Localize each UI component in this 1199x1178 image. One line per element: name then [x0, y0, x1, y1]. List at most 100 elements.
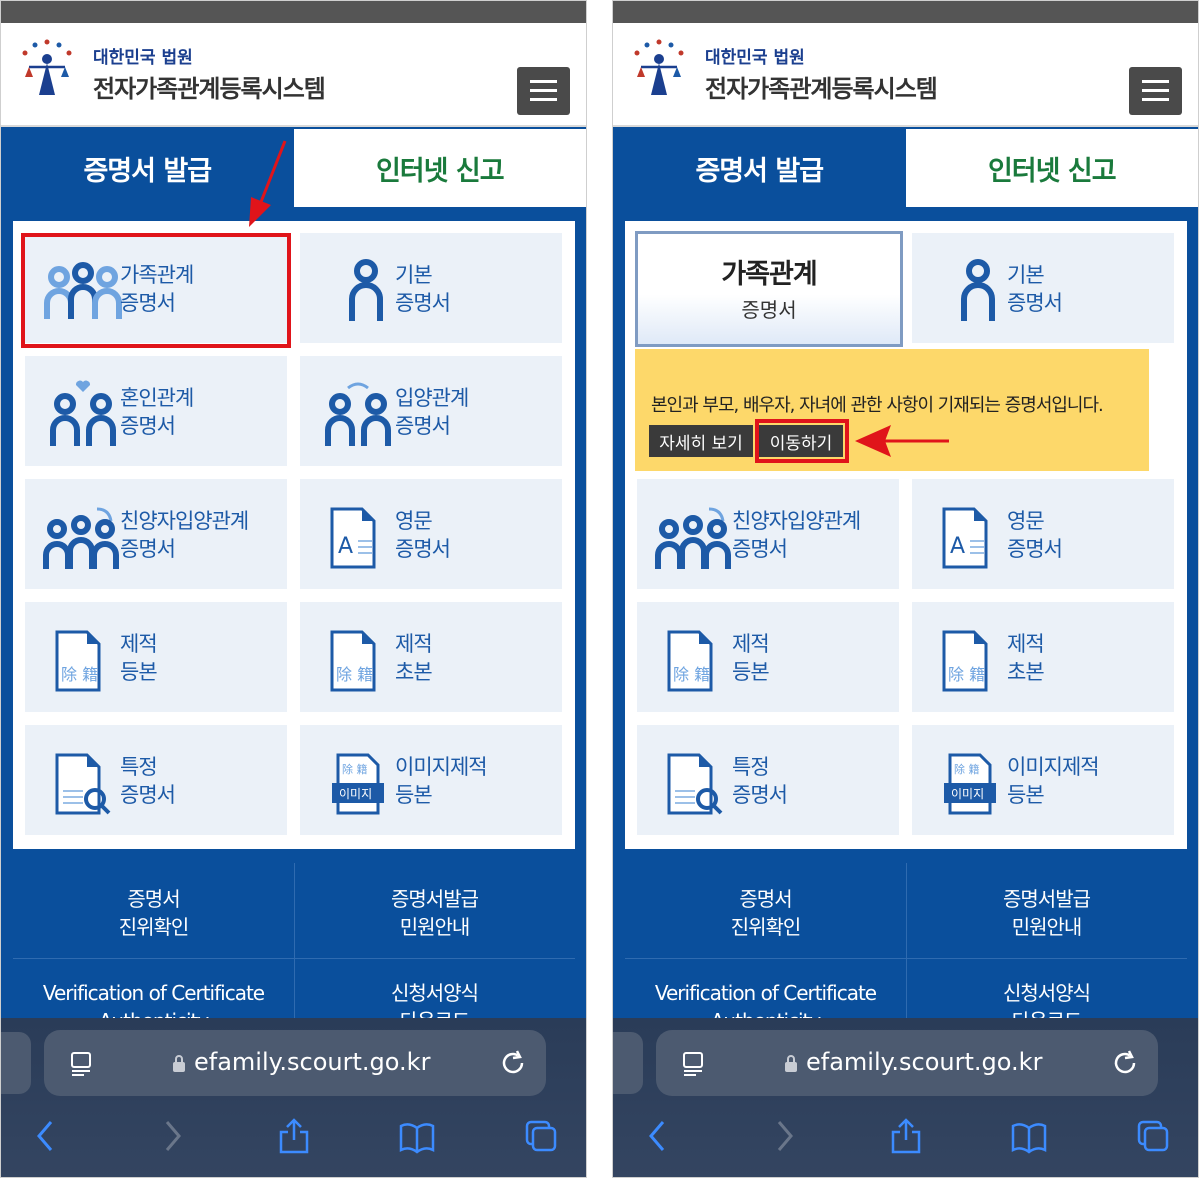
detail-button[interactable]: 자세히 보기	[649, 425, 753, 457]
lock-icon	[785, 1055, 797, 1072]
card-label: 혼인관계 증명서	[120, 386, 194, 438]
card-label: 이미지제적 등본	[1007, 755, 1100, 807]
card-label: 영문 증명서	[1007, 509, 1063, 561]
svg-text:除 籍: 除 籍	[954, 762, 980, 776]
english-document-icon: A	[942, 507, 988, 569]
svg-text:A: A	[338, 534, 353, 559]
bookmarks-icon[interactable]	[1011, 1118, 1047, 1154]
forward-icon[interactable]	[153, 1118, 189, 1154]
card-specific-certificate[interactable]: 특정 증명서	[637, 725, 899, 835]
svg-text:除 籍: 除 籍	[342, 762, 368, 776]
card-label: 이미지제적 등본	[395, 755, 488, 807]
previous-tab-preview[interactable]	[1, 1032, 31, 1094]
court-logo-icon	[22, 39, 72, 95]
address-bar[interactable]: efamily.scourt.go.kr	[656, 1030, 1158, 1096]
card-special-adoption-certificate[interactable]: 친양자입양관계 증명서	[637, 479, 899, 589]
card-image-removed-register[interactable]: 除 籍 이미지 이미지제적 등본	[912, 725, 1174, 835]
tab-internet-report[interactable]: 인터넷 신고	[905, 129, 1198, 207]
browser-toolbar: efamily.scourt.go.kr	[613, 1018, 1198, 1177]
system-name[interactable]: 전자가족관계등록시스템	[93, 69, 326, 104]
image-document-icon: 除 籍 이미지	[944, 753, 996, 815]
tab-certificate-issue[interactable]: 증명서 발급	[613, 129, 906, 207]
quick-links: 증명서 진위확인 증명서발급 민원안내 Verification of Cert…	[13, 863, 575, 1033]
card-image-removed-register[interactable]: 除 籍 이미지 이미지제적 등본	[300, 725, 562, 835]
tabs-icon[interactable]	[523, 1118, 559, 1154]
couple-heart-icon	[50, 380, 116, 446]
system-name[interactable]: 전자가족관계등록시스템	[705, 69, 938, 104]
link-verify-certificate[interactable]: 증명서 진위확인	[13, 885, 294, 941]
screenshot-left: 대한민국 법원 전자가족관계등록시스템 증명서 발급 인터넷 신고 가족관계 증…	[0, 0, 587, 1178]
card-label: 특정 증명서	[120, 755, 176, 807]
highlight-box	[755, 419, 849, 463]
card-basic-certificate[interactable]: 기본 증명서	[912, 233, 1174, 343]
link-issue-guide[interactable]: 증명서발급 민원안내	[294, 885, 575, 941]
card-specific-certificate[interactable]: 특정 증명서	[25, 725, 287, 835]
card-adoption-certificate[interactable]: 입양관계 증명서	[300, 356, 562, 466]
court-logo-icon	[634, 39, 684, 95]
card-removed-register-abstract[interactable]: 除 籍 제적 초본	[912, 602, 1174, 712]
reload-icon[interactable]	[498, 1048, 528, 1078]
back-icon[interactable]	[641, 1118, 677, 1154]
card-label: 제적 등본	[120, 632, 158, 684]
svg-text:除 籍: 除 籍	[673, 665, 710, 684]
card-subtitle: 증명서	[741, 298, 797, 322]
court-name: 대한민국 법원	[93, 48, 193, 68]
red-arrow-icon	[249, 140, 287, 227]
forward-icon[interactable]	[765, 1118, 801, 1154]
tab-bar: 증명서 발급 인터넷 신고	[1, 129, 586, 207]
card-marriage-certificate[interactable]: 혼인관계 증명서	[25, 356, 287, 466]
card-removed-register-full[interactable]: 除 籍 제적 등본	[637, 602, 899, 712]
removed-register-document-icon: 除 籍	[330, 630, 376, 692]
quick-links: 증명서 진위확인 증명서발급 민원안내 Verification of Cert…	[625, 863, 1187, 1033]
back-icon[interactable]	[29, 1118, 65, 1154]
reload-icon[interactable]	[1110, 1048, 1140, 1078]
link-issue-guide[interactable]: 증명서발급 민원안내	[906, 885, 1187, 941]
hamburger-menu-button[interactable]	[1129, 67, 1182, 115]
card-removed-register-full[interactable]: 除 籍 제적 등본	[25, 602, 287, 712]
browser-toolbar: efamily.scourt.go.kr	[1, 1018, 586, 1177]
reader-mode-icon[interactable]	[68, 1050, 96, 1078]
tab-internet-report[interactable]: 인터넷 신고	[293, 129, 586, 207]
card-label: 제적 초본	[395, 632, 433, 684]
document-search-icon	[55, 753, 111, 815]
card-label: 특정 증명서	[732, 755, 788, 807]
hamburger-menu-button[interactable]	[517, 67, 570, 115]
svg-text:이미지: 이미지	[951, 787, 984, 801]
card-english-certificate[interactable]: A 영문 증명서	[300, 479, 562, 589]
link-verify-certificate[interactable]: 증명서 진위확인	[625, 885, 906, 941]
image-document-icon: 除 籍 이미지	[332, 753, 384, 815]
card-special-adoption-certificate[interactable]: 친양자입양관계 증명서	[25, 479, 287, 589]
removed-register-document-icon: 除 籍	[55, 630, 101, 692]
reader-mode-icon[interactable]	[680, 1050, 708, 1078]
screenshot-right: 대한민국 법원 전자가족관계등록시스템 증명서 발급 인터넷 신고 가족관계 증…	[612, 0, 1199, 1178]
tabs-icon[interactable]	[1135, 1118, 1171, 1154]
card-label: 친양자입양관계 증명서	[120, 509, 249, 561]
bookmarks-icon[interactable]	[399, 1118, 435, 1154]
url-text: efamily.scourt.go.kr	[194, 1048, 431, 1076]
certificate-menu-panel: 가족관계 증명서 기본 증명서 본인과 부모, 배우자, 자녀에 관한 사항이 …	[625, 221, 1187, 849]
lock-icon	[173, 1055, 185, 1072]
svg-text:除 籍: 除 籍	[61, 665, 98, 684]
card-label: 기본 증명서	[1007, 263, 1063, 315]
share-icon[interactable]	[888, 1118, 924, 1154]
court-name: 대한민국 법원	[705, 48, 805, 68]
card-removed-register-abstract[interactable]: 除 籍 제적 초본	[300, 602, 562, 712]
card-english-certificate[interactable]: A 영문 증명서	[912, 479, 1174, 589]
share-icon[interactable]	[276, 1118, 312, 1154]
status-bar	[613, 1, 1198, 23]
address-bar[interactable]: efamily.scourt.go.kr	[44, 1030, 546, 1096]
card-basic-certificate[interactable]: 기본 증명서	[300, 233, 562, 343]
card-label: 제적 초본	[1007, 632, 1045, 684]
description-text: 본인과 부모, 배우자, 자녀에 관한 사항이 기재되는 증명서입니다.	[651, 395, 1104, 416]
card-family-certificate-selected[interactable]: 가족관계 증명서	[635, 231, 903, 347]
person-icon	[961, 259, 995, 321]
card-label: 영문 증명서	[395, 509, 451, 561]
family-arrow-icon	[43, 507, 119, 569]
divider	[625, 958, 1187, 959]
red-arrow-icon	[855, 425, 949, 457]
highlight-box	[21, 233, 291, 348]
removed-register-document-icon: 除 籍	[667, 630, 713, 692]
english-document-icon: A	[330, 507, 376, 569]
card-label: 기본 증명서	[395, 263, 451, 315]
previous-tab-preview[interactable]	[613, 1032, 643, 1094]
